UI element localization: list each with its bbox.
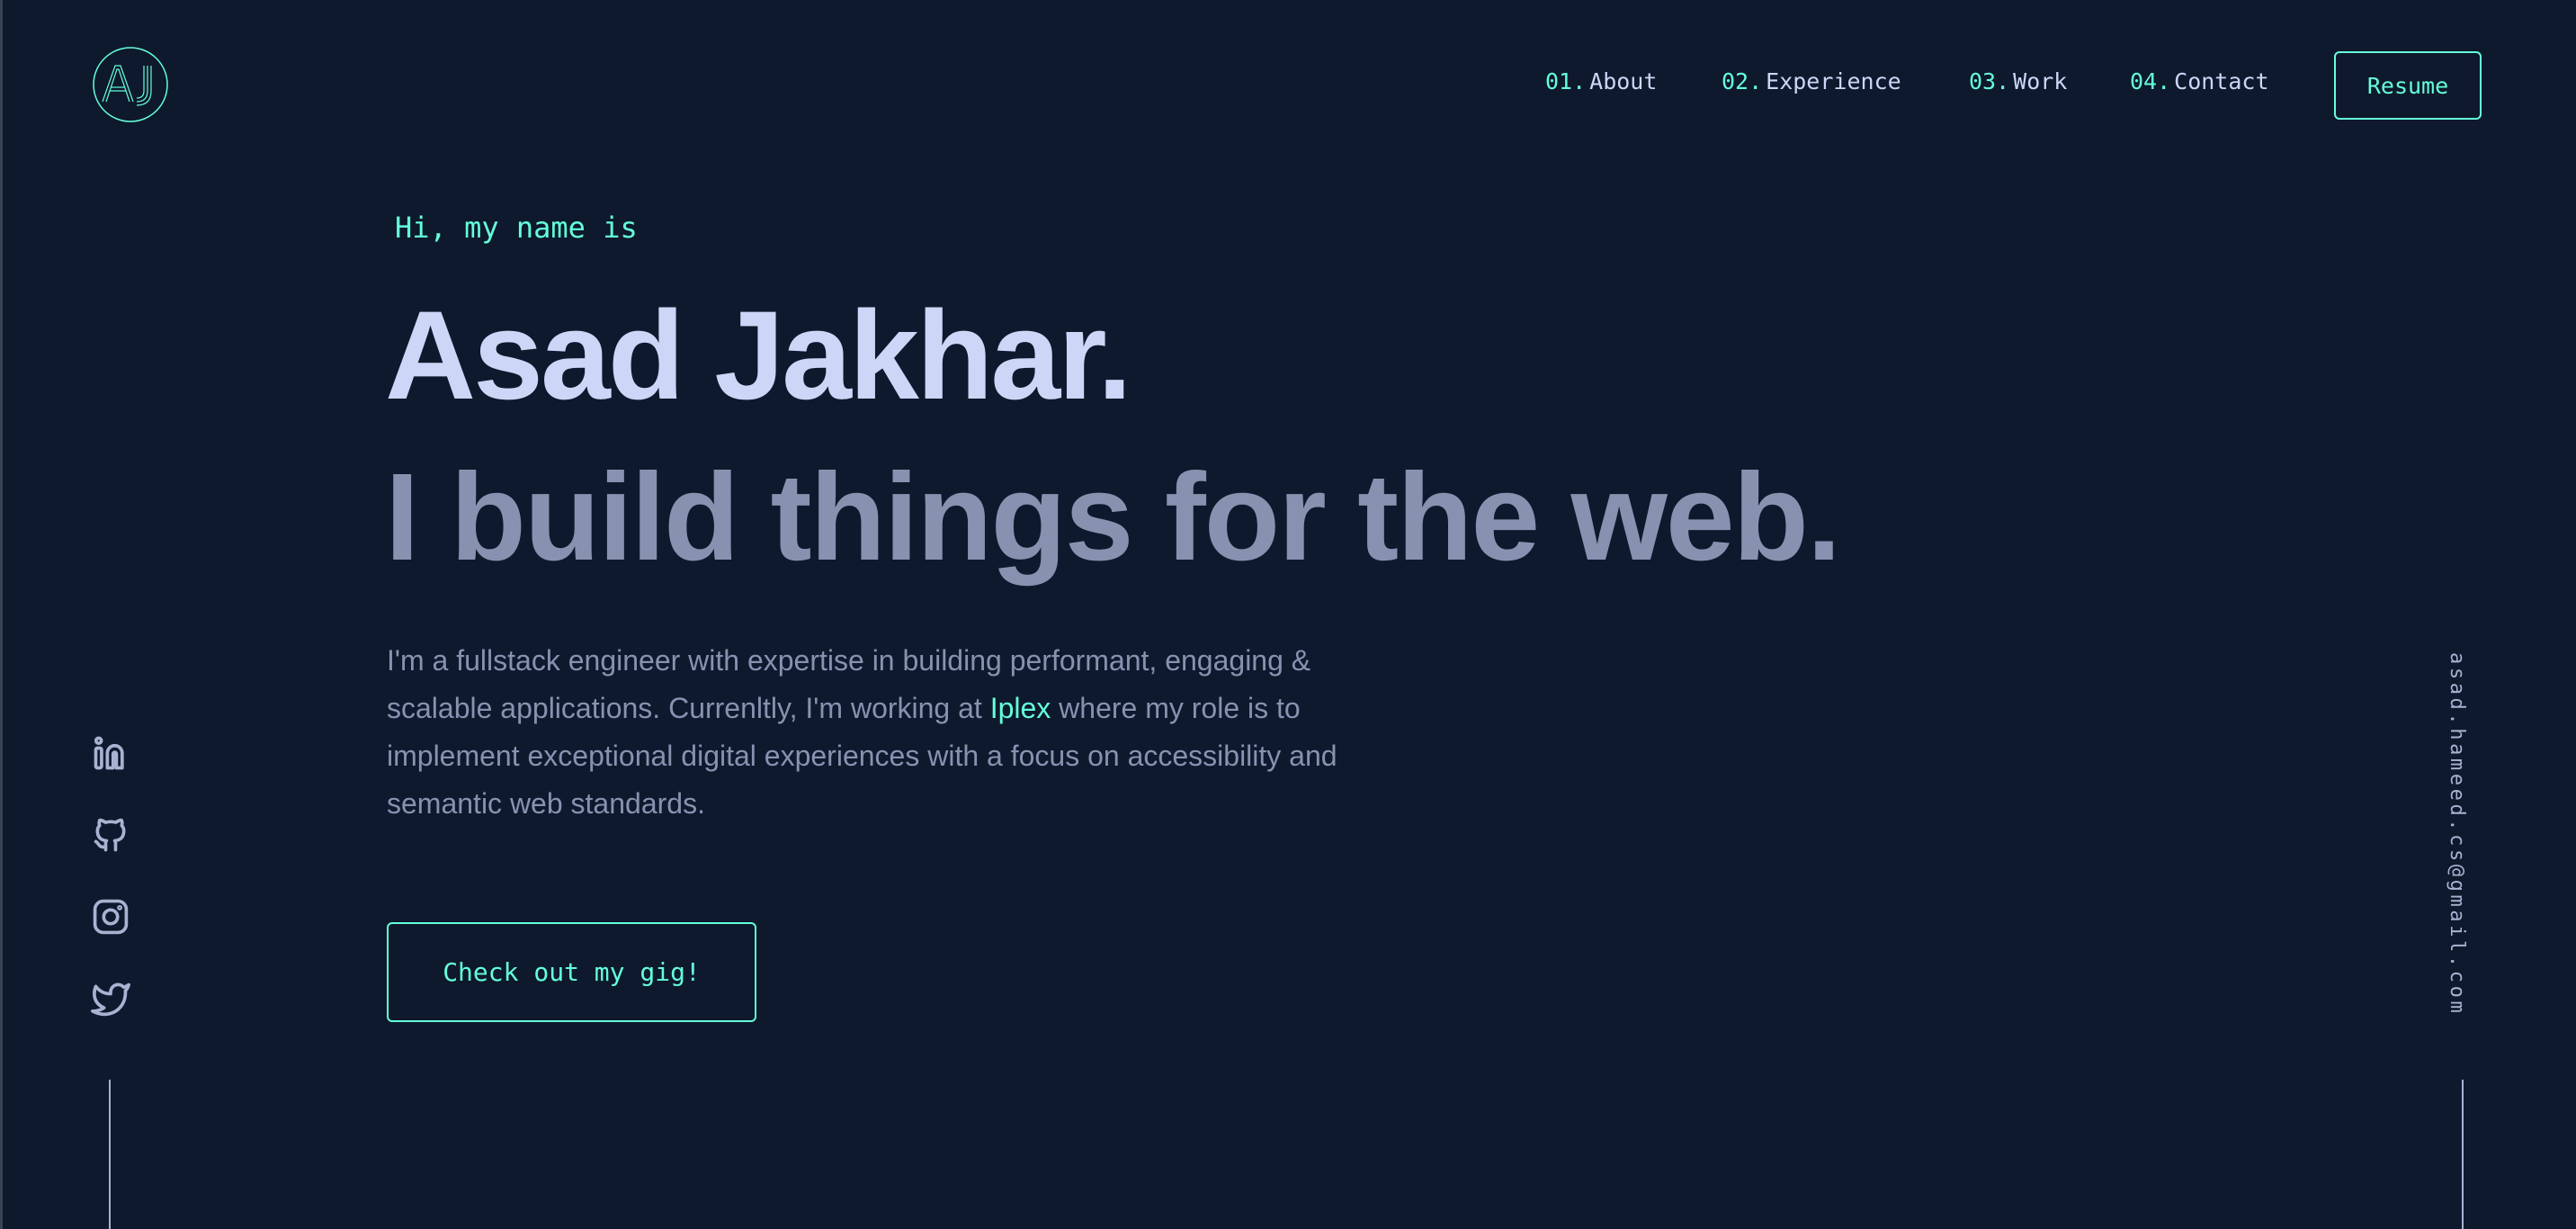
resume-button[interactable]: Resume [2334,51,2482,120]
nav-experience[interactable]: 02. Experience [1722,68,1901,94]
nav-about[interactable]: 01. About [1545,68,1657,94]
instagram-link[interactable] [91,897,130,937]
logo-icon[interactable] [92,46,169,123]
nav-work[interactable]: 03. Work [1969,68,2067,94]
company-link[interactable]: Iplex [990,692,1051,724]
email-link[interactable]: asad.hameed.cs@gmail.com [2446,652,2468,1016]
twitter-link[interactable] [91,980,130,1019]
hero-tagline: I build things for the web. [385,448,1841,587]
left-divider-line [109,1080,111,1229]
nav-label: Experience [1766,68,1901,94]
nav-contact[interactable]: 04. Contact [2130,68,2269,94]
hero-bio: I'm a fullstack engineer with expertise … [387,637,1376,828]
nav-number: 01. [1545,68,1587,94]
nav-number: 04. [2130,68,2171,94]
right-divider-line [2462,1080,2464,1229]
greeting: Hi, my name is [395,211,638,245]
nav-label: Work [2013,68,2068,94]
github-icon [94,818,126,852]
twitter-icon [91,982,130,1017]
nav-number: 03. [1969,68,2010,94]
nav-label: About [1589,68,1658,94]
hero-name: Asad Jakhar. [385,284,1132,426]
nav-number: 02. [1722,68,1763,94]
instagram-icon [93,899,129,935]
github-link[interactable] [91,815,130,855]
nav-label: Contact [2174,68,2269,94]
linkedin-icon [94,736,124,770]
cta-button[interactable]: Check out my gig! [387,922,756,1022]
linkedin-link[interactable] [91,733,130,773]
